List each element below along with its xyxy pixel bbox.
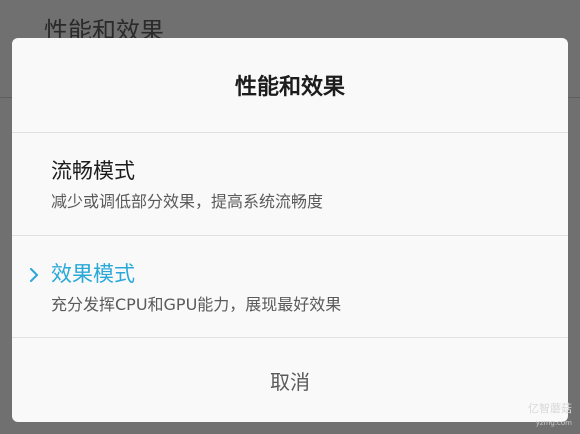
- watermark-text: 亿智蘑菇: [528, 402, 572, 415]
- option-effect-mode[interactable]: 效果模式 充分发挥CPU和GPU能力，展现最好效果: [12, 236, 568, 337]
- dialog-title: 性能和效果: [234, 75, 345, 100]
- performance-dialog: 性能和效果 流畅模式 减少或调低部分效果，提高系统流畅度 效果模式 充分发挥CP…: [12, 38, 568, 422]
- option-description: 充分发挥CPU和GPU能力，展现最好效果: [51, 295, 342, 314]
- option-title: 效果模式: [51, 262, 135, 286]
- cancel-button[interactable]: 取消: [12, 338, 568, 422]
- option-smooth-mode[interactable]: 流畅模式 减少或调低部分效果，提高系统流畅度: [12, 133, 568, 234]
- background-page-title: 性能和效果: [44, 17, 164, 40]
- option-description: 减少或调低部分效果，提高系统流畅度: [51, 192, 324, 211]
- watermark: 亿智蘑菇 yzmg.com: [528, 402, 572, 430]
- chevron-right-icon: [30, 268, 38, 282]
- watermark-url: yzmg.com: [535, 419, 572, 427]
- option-title: 流畅模式: [51, 159, 135, 183]
